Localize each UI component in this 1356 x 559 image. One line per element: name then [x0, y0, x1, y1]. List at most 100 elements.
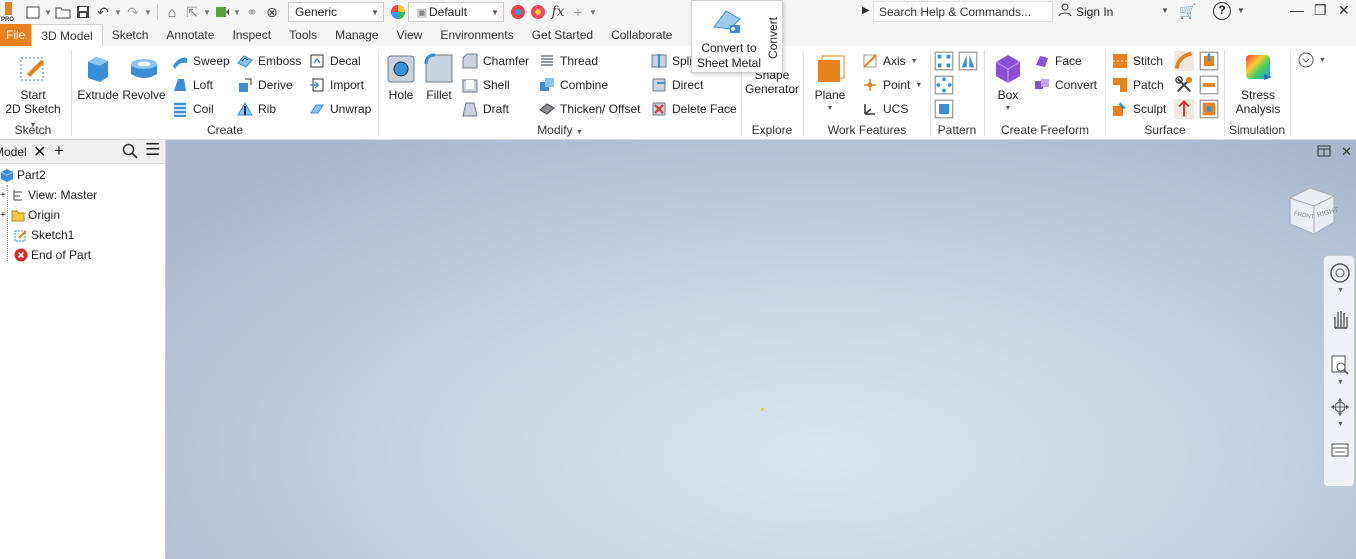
tree-node-part[interactable]: Part2	[0, 168, 46, 182]
tab-inspect[interactable]: Inspect	[223, 24, 280, 46]
update-chevron-icon[interactable]: ▼	[232, 1, 242, 23]
viewcube[interactable]: FRONT RIGHT	[1284, 184, 1340, 240]
shell-button[interactable]: Shell	[462, 77, 510, 93]
sign-in-chevron-icon[interactable]: ▼	[1161, 6, 1169, 15]
sketch-driven-pattern-icon[interactable]	[934, 99, 954, 119]
help-search-input[interactable]: Search Help & Commands...	[873, 1, 1053, 22]
hamburger-menu-icon[interactable]: ☰	[145, 140, 160, 160]
point-button[interactable]: Point ▼	[862, 77, 922, 93]
ucs-button[interactable]: UCS	[862, 101, 908, 117]
revolve-button[interactable]: Revolve	[121, 52, 167, 102]
extrude-button[interactable]: Extrude	[76, 52, 120, 102]
redo-dropdown-chevron-icon[interactable]: ▼	[143, 1, 153, 23]
undo-icon[interactable]: ↶	[93, 1, 113, 23]
steering-wheel-icon[interactable]	[1329, 262, 1351, 284]
expand-plus-icon[interactable]: +	[0, 190, 8, 201]
import-button[interactable]: Import	[309, 77, 364, 93]
ribbon-options-icon[interactable]: ▼	[1298, 52, 1326, 68]
face-freeform-button[interactable]: Face	[1034, 53, 1082, 69]
unwrap-button[interactable]: Unwrap	[309, 101, 371, 117]
new-file-icon[interactable]	[23, 1, 43, 23]
trim-surface-icon[interactable]	[1174, 75, 1194, 95]
save-icon[interactable]	[73, 1, 93, 23]
customize-qat-chevron-icon[interactable]: ▼	[588, 1, 598, 23]
minimize-icon[interactable]: —	[1290, 2, 1304, 18]
add-browser-tab-icon[interactable]: +	[54, 141, 64, 161]
appearance-override-icon[interactable]	[508, 1, 528, 23]
patch-button[interactable]: Patch	[1112, 77, 1164, 93]
tab-file[interactable]: File	[0, 24, 32, 46]
rib-button[interactable]: Rib	[237, 101, 276, 117]
hole-button[interactable]: Hole	[382, 52, 420, 102]
tree-node-end-of-part[interactable]: End of Part	[14, 248, 91, 262]
parameters-fx-icon[interactable]: fx	[548, 1, 568, 23]
tab-manage[interactable]: Manage	[326, 24, 387, 46]
restore-icon[interactable]: ❐	[1314, 2, 1327, 19]
panel-label-modify[interactable]: Modify ▼	[379, 123, 741, 137]
coil-button[interactable]: Coil	[172, 101, 214, 117]
clear-appearance-icon[interactable]	[528, 1, 548, 23]
direct-button[interactable]: Direct	[651, 77, 703, 93]
mirror-icon[interactable]	[958, 51, 978, 71]
convert-to-sheet-metal-popup[interactable]: Convert to Sheet Metal Convert	[691, 0, 783, 73]
close-icon[interactable]: ✕	[33, 142, 46, 162]
sign-in-button[interactable]: Sign In	[1058, 3, 1113, 20]
rectangular-pattern-icon[interactable]	[934, 51, 954, 71]
fit-mesh-face-icon[interactable]	[1199, 99, 1219, 119]
model-browser-title[interactable]: Model	[0, 145, 27, 159]
chevron-down-icon[interactable]: ▼	[1337, 379, 1344, 386]
chevron-down-icon[interactable]: ▼	[1337, 287, 1344, 294]
replace-face-icon[interactable]	[1199, 51, 1219, 71]
orbit-icon[interactable]	[1329, 396, 1351, 418]
look-at-icon[interactable]	[1329, 438, 1351, 460]
tile-windows-icon[interactable]	[1317, 144, 1331, 161]
draft-button[interactable]: Draft	[462, 101, 509, 117]
tab-get-started[interactable]: Get Started	[523, 24, 602, 46]
box-freeform-button[interactable]: Box ▼	[988, 52, 1028, 116]
tree-node-sketch1[interactable]: Sketch1	[14, 228, 74, 242]
new-dropdown-chevron-icon[interactable]: ▼	[43, 1, 53, 23]
tab-annotate[interactable]: Annotate	[157, 24, 223, 46]
emboss-button[interactable]: Emboss	[237, 53, 301, 69]
tree-node-origin[interactable]: + Origin	[0, 208, 60, 222]
sweep-button[interactable]: Sweep	[172, 53, 230, 69]
repair-bodies-icon[interactable]	[1199, 75, 1219, 95]
help-chevron-icon[interactable]: ▼	[1237, 6, 1245, 15]
thicken-offset-button[interactable]: Thicken/ Offset	[539, 101, 640, 117]
graphics-viewport[interactable]: ✕ FRONT RIGHT ▼ ▼ ▼	[166, 140, 1356, 559]
stitch-button[interactable]: Stitch	[1112, 53, 1163, 69]
thread-button[interactable]: Thread	[539, 53, 598, 69]
tab-environments[interactable]: Environments	[431, 24, 522, 46]
fillet-button[interactable]: Fillet	[420, 52, 458, 102]
circular-pattern-icon[interactable]	[934, 75, 954, 95]
tab-sketch[interactable]: Sketch	[103, 24, 158, 46]
visual-style-icon[interactable]: ⊗	[262, 1, 282, 23]
loft-button[interactable]: Loft	[172, 77, 213, 93]
derive-button[interactable]: Derive	[237, 77, 293, 93]
select-filter-chevron-icon[interactable]: ▼	[202, 1, 212, 23]
combine-button[interactable]: Combine	[539, 77, 608, 93]
color-wheel-icon[interactable]	[388, 1, 408, 23]
appearance-combo[interactable]: Generic ▼	[288, 2, 384, 22]
search-icon[interactable]	[122, 143, 138, 163]
stress-analysis-button[interactable]: Stress Analysis	[1228, 52, 1288, 116]
expand-plus-icon[interactable]: +	[0, 210, 8, 221]
close-icon[interactable]: ✕	[1338, 2, 1350, 19]
redo-icon[interactable]: ↷	[123, 1, 143, 23]
plane-button[interactable]: Plane ▼	[810, 52, 850, 116]
chevron-down-icon[interactable]: ▼	[1337, 421, 1344, 428]
split-button[interactable]: Split	[651, 53, 695, 69]
material-combo[interactable]: ▣ Default ▼	[408, 2, 504, 22]
tab-tools[interactable]: Tools	[280, 24, 326, 46]
start-2d-sketch-button[interactable]: Start 2D Sketch ▼	[4, 52, 62, 133]
delete-face-button[interactable]: Delete Face	[651, 101, 737, 117]
help-icon[interactable]: ?	[1213, 2, 1231, 20]
undo-dropdown-chevron-icon[interactable]: ▼	[113, 1, 123, 23]
pan-hand-icon[interactable]	[1329, 308, 1351, 330]
tab-collaborate[interactable]: Collaborate	[602, 24, 681, 46]
thicken-surface-icon[interactable]	[1174, 99, 1194, 119]
extend-surface-icon[interactable]	[1174, 51, 1194, 71]
sculpt-button[interactable]: Sculpt	[1112, 101, 1166, 117]
close-document-icon[interactable]: ✕	[1341, 144, 1352, 161]
add-icon[interactable]: +	[568, 1, 588, 23]
